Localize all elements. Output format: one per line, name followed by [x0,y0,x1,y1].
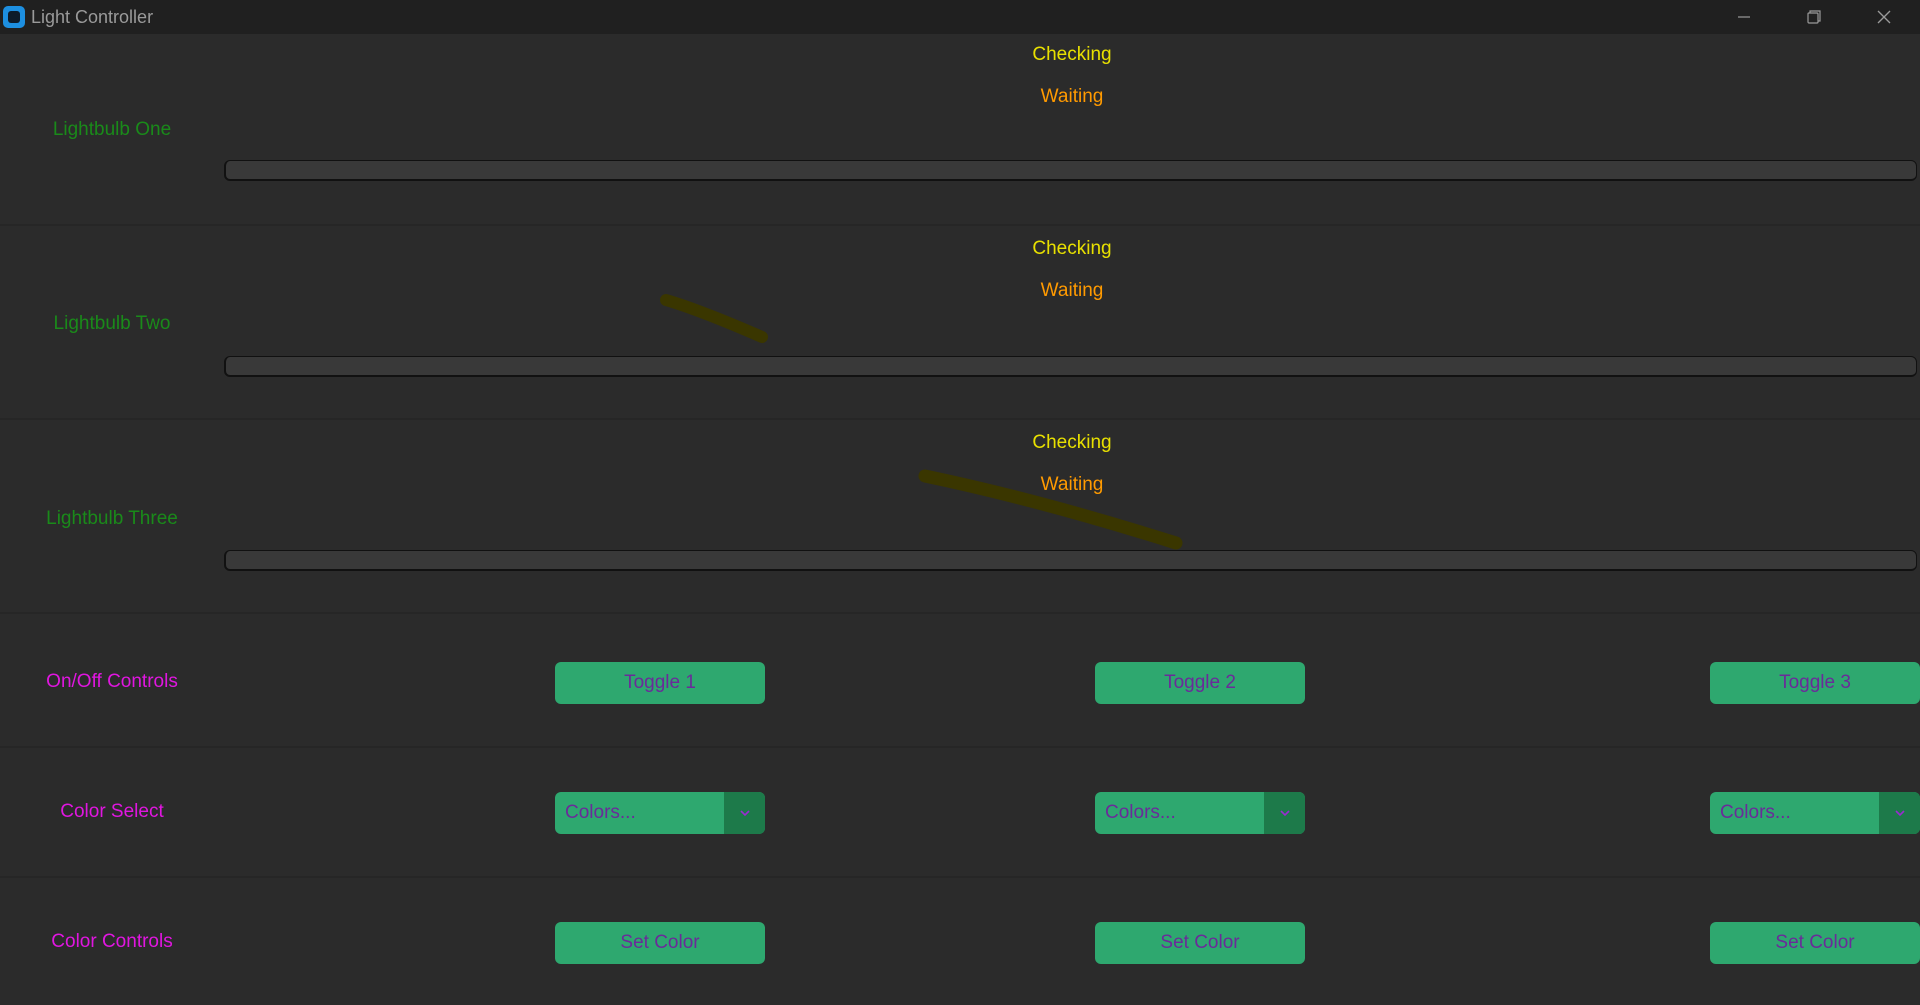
color-dropdown-1[interactable]: Colors... [555,792,765,834]
toggle-1-button[interactable]: Toggle 1 [555,662,765,704]
dropdown-arrow-button[interactable] [1264,792,1305,834]
title-bar[interactable]: Light Controller [0,0,1920,34]
chevron-down-icon [739,810,750,817]
dropdown-value: Colors... [1720,802,1791,823]
status-checking-label: Checking [1032,44,1112,65]
lightbulb-panel-one: Lightbulb One Checking Waiting [0,34,1920,226]
color-select-row: Color Select Colors... Colors... Colors.… [0,748,1920,878]
toggle-2-button[interactable]: Toggle 2 [1095,662,1305,704]
chevron-down-icon [1279,810,1290,817]
chevron-down-icon [1894,810,1905,817]
restore-button[interactable] [1779,0,1849,34]
status-checking-label: Checking [1032,238,1112,259]
progress-bar [224,550,1917,571]
close-icon [1877,10,1891,24]
color-controls-label: Color Controls [51,931,173,952]
app-icon [3,6,25,28]
set-color-3-button[interactable]: Set Color [1710,922,1920,964]
window-title: Light Controller [31,7,154,27]
minimize-icon [1738,16,1750,18]
lightbulb-name: Lightbulb One [52,119,172,140]
restore-icon [1807,10,1821,24]
status-waiting-label: Waiting [1040,86,1104,107]
color-select-label: Color Select [60,801,164,822]
progress-bar [224,160,1917,181]
dropdown-value: Colors... [1105,802,1176,823]
lightbulb-panel-three: Lightbulb Three Checking Waiting [0,422,1920,614]
color-controls-row: Color Controls Set Color Set Color Set C… [0,878,1920,1005]
toggle-3-button[interactable]: Toggle 3 [1710,662,1920,704]
lightbulb-name: Lightbulb Three [46,508,178,529]
on-off-controls-label: On/Off Controls [46,671,178,692]
set-color-1-button[interactable]: Set Color [555,922,765,964]
dropdown-value: Colors... [565,802,636,823]
status-waiting-label: Waiting [1040,474,1104,495]
lightbulb-panel-two: Lightbulb Two Checking Waiting [0,228,1920,420]
status-checking-label: Checking [1032,432,1112,453]
minimize-button[interactable] [1709,0,1779,34]
lightbulb-name: Lightbulb Two [53,313,171,334]
color-dropdown-2[interactable]: Colors... [1095,792,1305,834]
on-off-controls-row: On/Off Controls Toggle 1 Toggle 2 Toggle… [0,618,1920,748]
set-color-2-button[interactable]: Set Color [1095,922,1305,964]
dropdown-arrow-button[interactable] [1879,792,1920,834]
close-button[interactable] [1849,0,1919,34]
progress-bar [224,356,1917,377]
color-dropdown-3[interactable]: Colors... [1710,792,1920,834]
status-waiting-label: Waiting [1040,280,1104,301]
dropdown-arrow-button[interactable] [724,792,765,834]
app-window: Light Controller Lightbulb One Checking … [0,0,1920,1005]
